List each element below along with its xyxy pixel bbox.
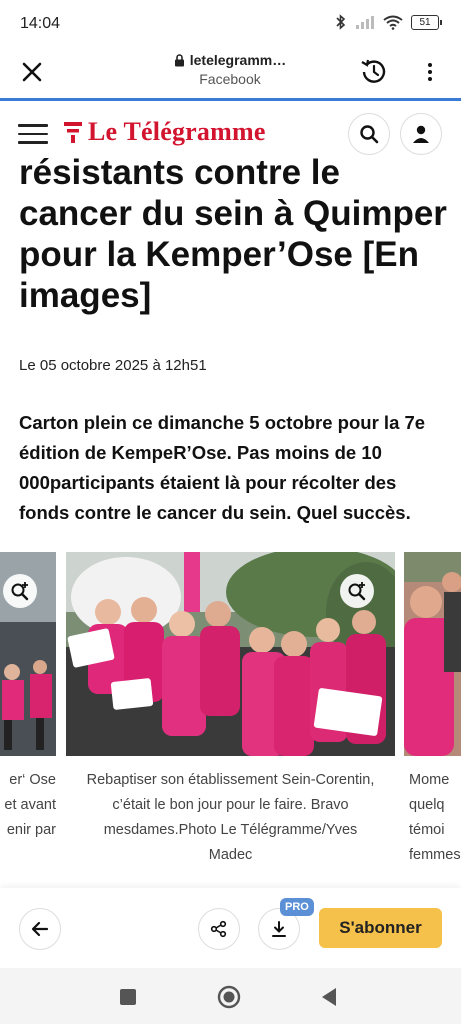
article-headline: résistants contre le cancer du sein à Qu… (19, 152, 449, 316)
zoom-button[interactable] (3, 574, 37, 608)
headline-line: pour la Kemper’Ose [En (19, 235, 420, 274)
caption-line: et avant (4, 797, 56, 813)
status-bar: 14:04 51 (0, 0, 461, 48)
url-text: letelegramm… (189, 52, 287, 68)
share-button[interactable] (198, 908, 240, 950)
site-brand: Le Télégramme (88, 117, 266, 146)
history-icon[interactable] (358, 56, 390, 88)
hamburger-menu-icon[interactable] (18, 124, 48, 144)
pro-badge: PRO (280, 898, 314, 916)
caption-line: Madec (208, 847, 253, 863)
status-time: 14:04 (20, 15, 61, 32)
photo-image (404, 552, 461, 756)
caption-line: Mome (409, 772, 450, 788)
zoom-button[interactable] (340, 574, 374, 608)
headline-line: résistants contre le (19, 153, 340, 192)
search-icon (360, 125, 379, 144)
caption-line: témoi (409, 822, 445, 838)
lock-icon (174, 53, 184, 66)
headline-line: images] (19, 276, 152, 315)
gallery-photo-right[interactable] (404, 552, 461, 756)
gallery-photo-left[interactable] (0, 552, 56, 756)
system-navigation-bar (0, 968, 461, 1024)
share-icon (210, 920, 227, 938)
wifi-icon (383, 15, 403, 30)
gallery-caption-right: Mome quelq témoi femmes (409, 768, 461, 868)
zoom-in-icon (348, 582, 366, 601)
caption-line: quelq (409, 797, 445, 813)
headline-line: cancer du sein à Quimper (19, 194, 447, 233)
caption-line: c’était le bon jour pour le faire. Bravo (112, 797, 349, 813)
browser-toolbar: letelegramm… Facebook (0, 48, 461, 101)
more-menu-icon[interactable] (420, 58, 440, 86)
article-date: Le 05 octobre 2025 à 12h51 (19, 357, 207, 374)
recent-apps-icon[interactable] (119, 988, 137, 1006)
caption-line: er‘ Ose (9, 772, 56, 788)
account-button[interactable] (400, 113, 442, 155)
gallery-caption-center: Rebaptiser son établissement Sein-Corent… (60, 768, 401, 868)
close-icon[interactable] (18, 58, 46, 86)
telegram-logo-icon (64, 122, 82, 143)
site-logo[interactable]: Le Télégramme (64, 117, 266, 147)
download-icon (272, 921, 286, 937)
url-row: letelegramm… (120, 52, 340, 68)
search-button[interactable] (348, 113, 390, 155)
photo-gallery[interactable]: er‘ Ose et avant enir par Rebaptiser son… (0, 552, 461, 892)
subscribe-button[interactable]: S'abonner (319, 908, 442, 948)
caption-line: enir par (6, 822, 56, 838)
article-action-bar: PRO S'abonner (0, 888, 461, 968)
gallery-photo-center[interactable] (66, 552, 395, 756)
home-icon[interactable] (217, 985, 241, 1009)
zoom-in-icon (11, 582, 29, 601)
back-button[interactable] (19, 908, 61, 950)
url-box[interactable]: letelegramm… Facebook (120, 52, 340, 87)
user-icon (413, 125, 429, 143)
caption-line: femmes (409, 847, 461, 863)
arrow-left-icon (31, 921, 49, 937)
caption-line: mesdames.Photo Le Télégramme/Yves (103, 822, 358, 838)
gallery-caption-left: er‘ Ose et avant enir par (0, 768, 56, 843)
signal-icon (356, 16, 374, 29)
caption-line: Rebaptiser son établissement Sein-Corent… (86, 772, 375, 788)
status-icons: 51 (335, 14, 442, 30)
battery-icon: 51 (411, 14, 442, 30)
article-lede: Carton plein ce dimanche 5 octobre pour … (19, 412, 426, 523)
bluetooth-icon (336, 14, 346, 30)
url-subtitle: Facebook (199, 71, 261, 87)
back-nav-icon[interactable] (320, 987, 338, 1007)
